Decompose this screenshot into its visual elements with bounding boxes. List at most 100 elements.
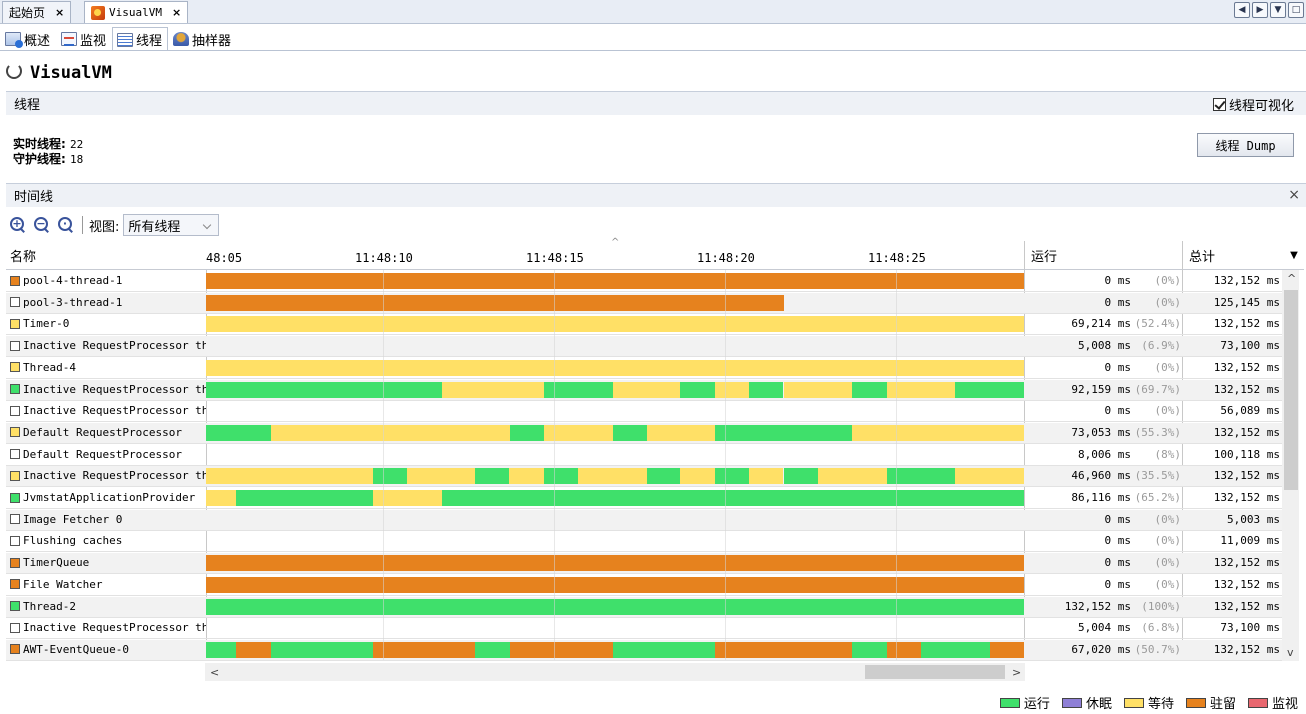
running-percent-value: (55.3%) [1134,425,1181,439]
scroll-right-icon[interactable]: > [1012,666,1021,679]
total-time-cell: 132,152 ms [1213,599,1280,613]
running-percent-value: (0%) [1154,295,1182,309]
threads-icon [117,32,134,47]
total-time-cell: 11,009 ms [1220,534,1280,548]
view-filter-select[interactable]: 所有线程 [123,214,220,236]
thread-name: Timer-0 [23,317,70,331]
tab-visualvm[interactable]: VisualVM × [84,1,189,23]
column-header-name[interactable]: 名称 [6,241,206,270]
table-row[interactable]: Default RequestProcessor 8,006 ms (8%) 100,… [6,445,1296,466]
scroll-left-icon[interactable]: ◀ [1234,2,1250,18]
tab-sampler-label: 抽样器 [192,33,232,49]
thread-state-swatch-icon [10,275,20,286]
column-header-running-label: 运行 [1031,249,1058,265]
running-time-value: 0 ms [1104,512,1132,526]
legend-swatch-icon [1185,697,1206,708]
zoom-out-icon[interactable]: − [34,217,50,233]
thread-name: Inactive RequestProcessor thread [Was:De… [23,469,206,483]
table-row[interactable]: Inactive RequestProcessor thread [Was:De… [6,466,1296,488]
total-time-cell: 132,152 ms [1213,556,1280,570]
total-time-cell: 132,152 ms [1213,469,1280,483]
thread-name-cell: Default RequestProcessor [10,448,206,461]
table-row[interactable]: Thread-2 132,152 ms (100%) 132,152 ms [6,596,1296,618]
column-chooser-icon[interactable]: ▼ [1284,241,1304,270]
table-row[interactable]: Inactive RequestProcessor thread [Was:De… [6,401,1296,423]
timeline-segment-wait [206,359,1024,376]
visualvm-icon [91,5,105,20]
running-percent-value: (0%) [1154,274,1182,287]
thread-timeline-bar [206,555,1024,572]
legend-label: 运行 [1023,697,1050,712]
timeline-segment-wait [646,424,715,441]
timeline-segment-running [783,468,818,485]
tab-list-icon[interactable]: ▼ [1270,2,1286,18]
tab-start-page[interactable]: 起始页 × [2,1,72,23]
table-row[interactable]: AWT-EventQueue-0 67,020 ms (50.7%) 132,152 … [6,639,1296,661]
column-header-total[interactable]: 总计 [1182,241,1296,270]
table-row[interactable]: Default RequestProcessor 73,053 ms (55.3%)… [6,422,1296,444]
table-row[interactable]: JvmstatApplicationProvider 86,116 ms (65.2… [6,488,1296,509]
thread-timeline-bar [206,598,1024,615]
thread-name-cell: Default RequestProcessor [10,426,206,439]
scroll-left-icon[interactable]: < [210,666,219,679]
thread-timeline-table: 名称 ^ 48:05 11:48:10 11:48:15 11:48:20 11:48:… [6,237,1306,661]
zoom-fit-icon[interactable]: · [58,217,74,233]
tab-overview[interactable]: 概述 [0,27,56,51]
column-header-timeline[interactable]: ^ 48:05 11:48:10 11:48:15 11:48:20 11:48:25 [206,237,1024,270]
timeline-segment-running [714,468,750,485]
scroll-down-icon[interactable]: v [1287,646,1294,659]
live-threads-stat: 实时线程: 22 [13,137,84,151]
thread-dump-button[interactable]: 线程 Dump [1197,133,1294,157]
tab-monitor[interactable]: 监视 [56,27,112,51]
maximize-icon[interactable]: □ [1288,2,1304,18]
table-row[interactable]: Inactive RequestProcessor thread [Was:Ex… [6,336,1296,358]
timeline-segment-wait [714,381,750,398]
close-icon[interactable]: × [55,6,64,19]
timeline-segment-running [206,381,442,398]
column-header-running[interactable]: 运行 [1024,241,1182,270]
timeline-segment-wait [206,316,1024,333]
table-row[interactable]: File Watcher 0 ms (0%) 132,152 ms [6,575,1296,596]
running-time-value: 73,053 ms [1071,425,1131,439]
table-row[interactable]: Flushing caches 0 ms (0%) 11,009 ms [6,531,1296,553]
zoom-in-icon[interactable]: + [10,217,26,233]
sort-ascending-icon: ^ [611,237,620,248]
visualize-threads-checkbox[interactable]: 线程可视化 [1212,95,1294,114]
table-row[interactable]: pool-3-thread-1 0 ms (0%) 125,145 ms [6,292,1296,314]
running-time-cell: 0 ms (0%) [1026,295,1182,309]
timeline-segment-running [441,490,1024,506]
running-time-value: 0 ms [1104,360,1132,374]
timeline-segment-park [989,641,1024,658]
running-time-value: 0 ms [1104,577,1132,591]
thread-state-swatch-icon [10,470,20,481]
close-icon[interactable]: × [172,6,181,19]
thread-name-cell: Timer-0 [10,317,206,330]
vertical-scroll-thumb[interactable] [1284,290,1298,490]
table-row[interactable]: TimerQueue 0 ms (0%) 132,152 ms [6,553,1296,575]
table-row[interactable]: Inactive RequestProcessor thread [Was:De… [6,379,1296,401]
visualize-threads-label: 线程可视化 [1228,99,1294,114]
table-row[interactable]: pool-4-thread-1 0 ms (0%) 132,152 ms [6,271,1296,292]
checkbox-checked-icon [1212,98,1226,111]
running-time-cell: 132,152 ms (100%) [1026,600,1181,613]
horizontal-scroll-thumb[interactable] [865,665,1005,679]
thread-name-cell: pool-3-thread-1 [10,296,206,309]
legend-label: 驻留 [1209,697,1236,712]
total-time-cell: 56,089 ms [1220,404,1280,418]
timeline-segment-park [372,641,476,658]
timeline-tick-label: 11:48:15 [526,251,584,265]
timeline-segment-running [714,424,853,441]
table-row[interactable]: Inactive RequestProcessor thread [Was:Ex… [6,618,1296,640]
thread-timeline-bar [206,316,1024,333]
close-icon[interactable]: × [1288,187,1300,203]
scroll-right-icon[interactable]: ▶ [1252,2,1268,18]
tab-threads[interactable]: 线程 [112,27,169,51]
tab-sampler[interactable]: 抽样器 [168,27,237,51]
scroll-up-icon[interactable]: ^ [1287,272,1296,285]
timeline-gridline [896,270,897,660]
timeline-tick-label: 11:48:25 [868,251,926,265]
table-row[interactable]: Thread-4 0 ms (0%) 132,152 ms [6,358,1296,379]
table-row[interactable]: Image Fetcher 0 0 ms (0%) 5,003 ms [6,509,1296,531]
total-time-cell: 132,152 ms [1213,382,1280,396]
table-row[interactable]: Timer-0 69,214 ms (52.4%) 132,152 ms [6,314,1296,336]
